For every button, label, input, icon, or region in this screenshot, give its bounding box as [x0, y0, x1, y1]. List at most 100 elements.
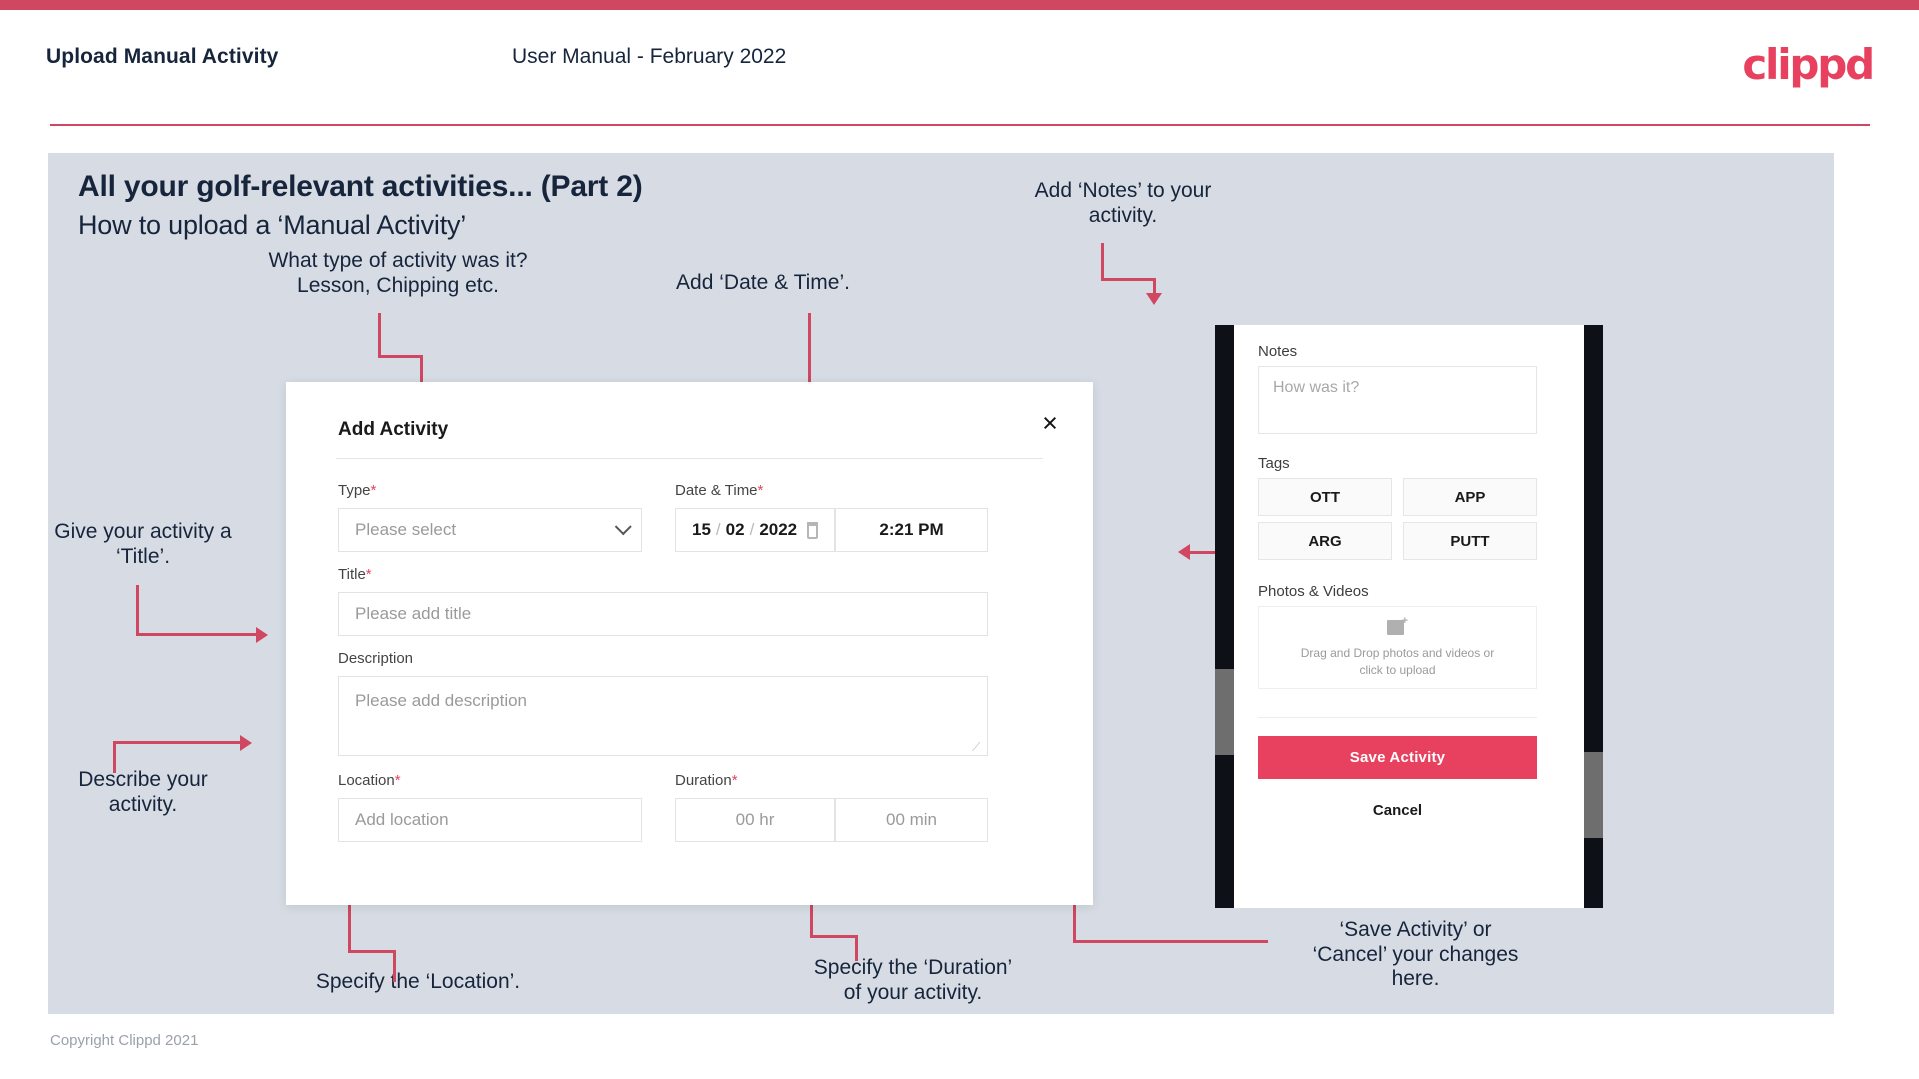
- close-icon[interactable]: ×: [1033, 406, 1067, 440]
- datetime-label: Date & Time*: [675, 482, 763, 499]
- slide-heading: All your golf-relevant activities... (Pa…: [78, 170, 643, 203]
- cancel-button[interactable]: Cancel: [1258, 795, 1537, 825]
- title-required-mark: *: [365, 566, 372, 583]
- duration-required-mark: *: [731, 772, 738, 789]
- dialog-divider: [336, 458, 1043, 459]
- type-label: Type*: [338, 482, 376, 499]
- photo-dropzone[interactable]: + Drag and Drop photos and videos or cli…: [1258, 606, 1537, 689]
- photos-label: Photos & Videos: [1258, 583, 1369, 600]
- slide-page: Upload Manual Activity User Manual - Feb…: [0, 0, 1919, 1079]
- add-activity-dialog: Add Activity × Type* Please select Date …: [286, 382, 1093, 905]
- connector-desc-v: [113, 743, 116, 773]
- tag-ott-label: OTT: [1310, 488, 1340, 506]
- connector-loc-h: [348, 950, 396, 953]
- connector-save-h: [1073, 940, 1268, 943]
- dropzone-line2: click to upload: [1359, 662, 1436, 677]
- tag-putt-label: PUTT: [1450, 532, 1490, 550]
- annotation-duration: Specify the ‘Duration’ of your activity.: [813, 956, 1013, 1004]
- image-upload-icon: +: [1387, 616, 1408, 636]
- time-input[interactable]: 2:21 PM: [835, 508, 988, 552]
- location-label: Location*: [338, 772, 401, 789]
- connector-dur-v2: [855, 935, 858, 961]
- calendar-icon[interactable]: [807, 521, 818, 539]
- notes-placeholder: How was it?: [1273, 379, 1360, 396]
- connector-notes-arrow: [1146, 293, 1162, 305]
- save-activity-label: Save Activity: [1349, 749, 1446, 766]
- type-label-text: Type: [338, 482, 371, 499]
- description-textarea[interactable]: Please add description ⟋: [338, 676, 988, 756]
- location-required-mark: *: [394, 772, 401, 789]
- connector-title-v: [136, 585, 139, 635]
- connector-title-arrow: [256, 627, 268, 643]
- connector-dur-h: [810, 935, 858, 938]
- resize-handle-icon[interactable]: ⟋: [972, 741, 984, 753]
- footer-copyright: Copyright Clippd 2021: [50, 1032, 199, 1049]
- tag-app[interactable]: APP: [1403, 478, 1537, 516]
- phone-mockup: Notes How was it? Tags OTT APP ARG PUTT: [1215, 325, 1603, 908]
- tag-arg[interactable]: ARG: [1258, 522, 1392, 560]
- date-month: 02: [725, 520, 745, 539]
- annotation-save-cancel: ‘Save Activity’ or ‘Cancel’ your changes…: [1312, 918, 1519, 991]
- connector-loc-v2: [393, 950, 396, 982]
- type-required-mark: *: [370, 482, 377, 499]
- description-label-text: Description: [338, 650, 414, 667]
- chevron-down-icon: [614, 518, 632, 536]
- title-placeholder: Please add title: [355, 604, 472, 623]
- date-sep-1: /: [715, 520, 721, 539]
- top-accent-bar: [0, 0, 1919, 10]
- title-input[interactable]: Please add title: [338, 592, 988, 636]
- description-label: Description: [338, 650, 413, 667]
- page-title: Upload Manual Activity: [46, 45, 279, 68]
- date-day: 15: [692, 520, 711, 539]
- datetime-label-text: Date & Time: [675, 482, 758, 499]
- date-input[interactable]: 15 / 02 / 2022: [675, 508, 835, 552]
- connector-type-h: [378, 355, 423, 358]
- type-select[interactable]: Please select: [338, 508, 642, 552]
- tag-ott[interactable]: OTT: [1258, 478, 1392, 516]
- duration-label: Duration*: [675, 772, 738, 789]
- annotation-type: What type of activity was it? Lesson, Ch…: [268, 249, 528, 297]
- phone-right-frame: [1584, 325, 1603, 908]
- annotation-datetime: Add ‘Date & Time’.: [676, 271, 850, 294]
- time-value: 2:21 PM: [879, 520, 944, 539]
- duration-minutes-input[interactable]: 00 min: [835, 798, 988, 842]
- annotation-notes: Add ‘Notes’ to your activity.: [1034, 179, 1212, 227]
- phone-volume-button: [1584, 752, 1603, 838]
- dropzone-text: Drag and Drop photos and videos or click…: [1301, 645, 1494, 677]
- save-activity-button[interactable]: Save Activity: [1258, 736, 1537, 779]
- connector-notes-v1: [1101, 243, 1104, 281]
- duration-hours-input[interactable]: 00 hr: [675, 798, 835, 842]
- annotation-location: Specify the ‘Location’.: [315, 970, 521, 993]
- phone-screen: Notes How was it? Tags OTT APP ARG PUTT: [1234, 325, 1584, 908]
- slide-subheading: How to upload a ‘Manual Activity’: [78, 210, 467, 240]
- date-year: 2022: [759, 520, 798, 539]
- slide-canvas: All your golf-relevant activities... (Pa…: [48, 153, 1834, 1014]
- tag-arg-label: ARG: [1308, 532, 1342, 550]
- tag-putt[interactable]: PUTT: [1403, 522, 1537, 560]
- clippd-logo: clippd: [1742, 40, 1875, 89]
- dropzone-line1: Drag and Drop photos and videos or: [1300, 646, 1495, 661]
- type-placeholder: Please select: [355, 520, 457, 539]
- notes-input[interactable]: How was it?: [1258, 366, 1537, 434]
- tags-label: Tags: [1258, 455, 1290, 472]
- header-subtitle: User Manual - February 2022: [512, 45, 787, 68]
- notes-label: Notes: [1258, 343, 1298, 360]
- connector-notes-h: [1101, 278, 1156, 281]
- cancel-label: Cancel: [1372, 801, 1423, 819]
- tag-app-label: APP: [1454, 488, 1486, 506]
- duration-label-text: Duration: [675, 772, 732, 789]
- duration-minutes-placeholder: 00 min: [885, 810, 938, 829]
- connector-desc-arrow: [240, 735, 252, 751]
- connector-photos-arrow: [1178, 544, 1190, 560]
- location-input[interactable]: Add location: [338, 798, 642, 842]
- connector-title-h: [136, 633, 258, 636]
- title-label-text: Title: [338, 566, 366, 583]
- datetime-required-mark: *: [757, 482, 764, 499]
- phone-side-button: [1215, 669, 1234, 755]
- location-label-text: Location: [338, 772, 395, 789]
- duration-hours-placeholder: 00 hr: [735, 810, 775, 829]
- annotation-title: Give your activity a ‘Title’.: [54, 520, 232, 568]
- annotation-description: Describe your activity.: [78, 768, 208, 816]
- connector-desc-h: [113, 741, 243, 744]
- location-placeholder: Add location: [355, 810, 449, 829]
